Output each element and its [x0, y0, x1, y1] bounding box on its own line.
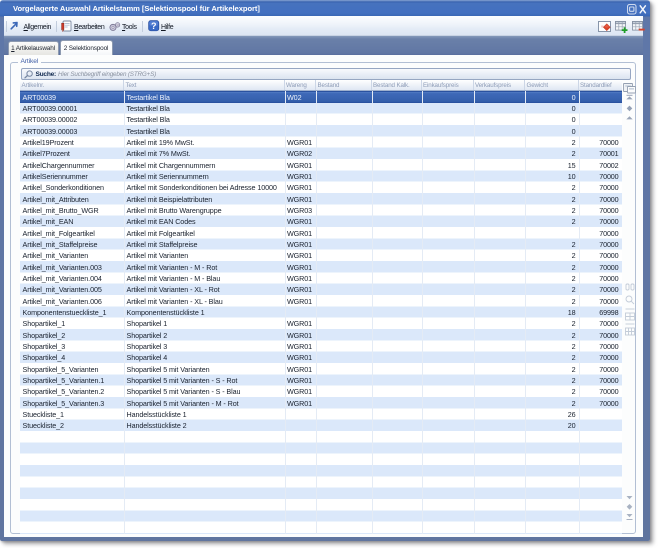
- svg-text:?: ?: [151, 21, 157, 31]
